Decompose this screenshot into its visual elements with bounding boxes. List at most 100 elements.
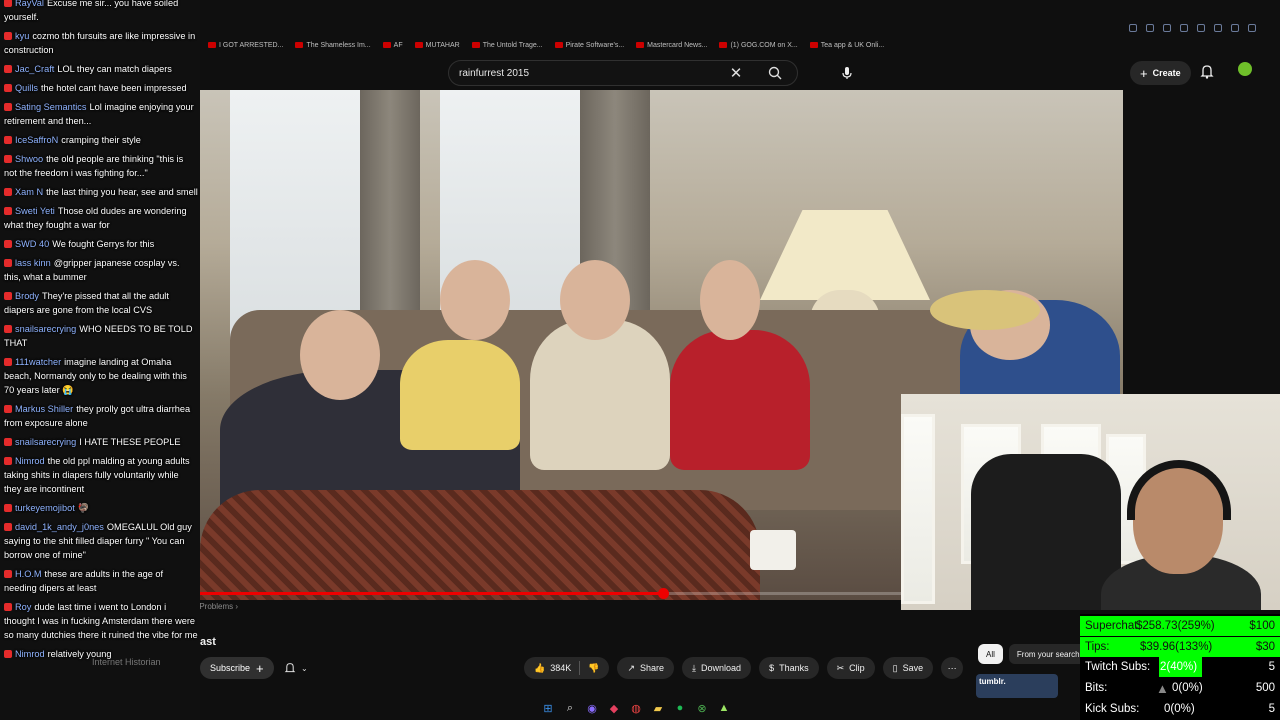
spotify-icon[interactable]: ●: [672, 700, 688, 716]
filter-chips: All From your search: [978, 644, 1088, 664]
chat-username[interactable]: Brody: [15, 291, 39, 301]
chat-username[interactable]: 111watcher: [15, 357, 61, 367]
download-icon: ⤓: [692, 662, 697, 673]
chat-username[interactable]: Roy: [15, 602, 31, 612]
video-person: [670, 330, 810, 470]
extension-icon[interactable]: [1146, 24, 1154, 32]
chat-username[interactable]: RayVal: [15, 0, 44, 8]
bookmark-item[interactable]: Tea app & UK Onli...: [809, 42, 884, 49]
bookmark-item[interactable]: Mastercard News...: [636, 42, 707, 49]
zoom-icon[interactable]: [1129, 24, 1137, 32]
search-icon[interactable]: ⌕: [562, 700, 578, 716]
clear-search-button[interactable]: ✕: [727, 65, 745, 83]
related-video-thumbnail[interactable]: tumblr.: [976, 674, 1058, 698]
chip-from-your-search[interactable]: From your search: [1008, 644, 1088, 664]
bits-label: Bits:: [1085, 682, 1108, 694]
chip-all[interactable]: All: [978, 644, 1003, 664]
chat-text: dude last time i went to London i though…: [4, 602, 198, 640]
chat-username[interactable]: Nimrod: [15, 649, 45, 659]
kick-subs-row: Kick Subs: 0(0%) 5: [1080, 699, 1280, 719]
youtube-badge-icon: [4, 325, 12, 333]
gaming-chair: [971, 454, 1121, 610]
superchat-row: Superchat: $258.73(259%) $100: [1080, 616, 1280, 636]
video-person-head: [700, 260, 760, 340]
like-button[interactable]: 👍 384K 👎: [524, 657, 610, 679]
share-page-icon[interactable]: [1163, 24, 1171, 32]
app-icon[interactable]: ◆: [606, 700, 622, 716]
search-button[interactable]: [753, 61, 797, 85]
chat-username[interactable]: SWD 40: [15, 239, 49, 249]
chat-username[interactable]: david_1k_andy_j0nes: [15, 522, 104, 532]
bookmark-item[interactable]: The Shameless Im...: [295, 42, 371, 49]
thanks-button[interactable]: $ Thanks: [759, 657, 819, 679]
shield-icon[interactable]: [1180, 24, 1188, 32]
bits-row: Bits: ▲ 0(0%) 500: [1080, 678, 1280, 698]
youtube-badge-icon: [4, 240, 12, 248]
bookmark-favicon-icon: [636, 42, 645, 48]
chat-username[interactable]: lass kinn: [15, 258, 51, 268]
youtube-badge-icon: [4, 84, 12, 92]
create-button[interactable]: + Create: [1130, 61, 1191, 85]
download-icon[interactable]: [1231, 24, 1239, 32]
chat-username[interactable]: kyu: [15, 31, 29, 41]
game-icon[interactable]: ▲: [716, 700, 732, 716]
menu-icon[interactable]: [1248, 24, 1256, 32]
bookmark-item[interactable]: (1) GOG.COM on X...: [719, 42, 798, 49]
youtube-badge-icon: [4, 457, 12, 465]
chat-username[interactable]: snailsarecrying: [15, 324, 76, 334]
bookmark-item[interactable]: I GOT ARRESTED...: [208, 42, 283, 49]
bookmark-item[interactable]: AF: [382, 42, 403, 49]
bookmark-item[interactable]: MUTAHAR: [414, 42, 460, 49]
chat-text: LOL they can match diapers: [57, 64, 172, 74]
chat-username[interactable]: snailsarecrying: [15, 437, 76, 447]
bookmark-item[interactable]: The Untold Trage...: [471, 42, 543, 49]
thumbs-down-icon[interactable]: 👎: [588, 663, 599, 674]
chat-username[interactable]: Quills: [15, 83, 38, 93]
windows-start-icon[interactable]: ⊞: [540, 700, 556, 716]
share-button[interactable]: ↗ Share: [617, 657, 675, 679]
browser-icon[interactable]: ◉: [584, 700, 600, 716]
download-button[interactable]: ⤓ Download: [682, 657, 752, 679]
chat-text: I HATE THESE PEOPLE: [79, 437, 181, 447]
chat-username[interactable]: Sating Semantics: [15, 102, 87, 112]
chat-message: kyu cozmo tbh fursuits are like impressiv…: [4, 29, 198, 57]
folder-icon[interactable]: ▰: [650, 700, 666, 716]
chat-username[interactable]: Sweti Yeti: [15, 206, 55, 216]
bookmark-item[interactable]: Pirate Software's...: [554, 42, 624, 49]
account-avatar[interactable]: [1238, 62, 1252, 76]
notifications-button[interactable]: [1200, 64, 1216, 80]
more-actions-button[interactable]: ⋯: [941, 657, 964, 679]
youtube-header: ✕ + Create: [200, 56, 1280, 90]
video-carpet: [200, 490, 760, 600]
chat-message: Sating Semantics Lol imagine enjoying you…: [4, 100, 198, 128]
chat-username[interactable]: Shwoo: [15, 154, 43, 164]
chat-text: relatively young: [47, 649, 112, 659]
chat-username[interactable]: Nimrod: [15, 456, 45, 466]
bookmark-label: Mastercard News...: [647, 41, 708, 49]
chat-username[interactable]: Jac_Craft: [15, 64, 54, 74]
save-button[interactable]: ▯ Save: [882, 657, 934, 679]
voice-search-button[interactable]: [834, 60, 860, 86]
chat-username[interactable]: Markus Shiller: [15, 404, 73, 414]
bell-icon: [1200, 65, 1214, 79]
chat-username[interactable]: IceSaffroN: [15, 135, 58, 145]
chat-username[interactable]: turkeyemojibot: [15, 503, 75, 513]
youtube-badge-icon: [4, 188, 12, 196]
chat-username[interactable]: H.O.M: [15, 569, 42, 579]
heart-icon[interactable]: [1214, 24, 1222, 32]
related-panel: [1123, 90, 1280, 395]
chat-message: H.O.M these are adults in the age of need…: [4, 567, 198, 595]
kick-subs-goal: 5: [1268, 703, 1275, 715]
play-icon[interactable]: [1197, 24, 1205, 32]
bookmark-favicon-icon: [554, 42, 563, 48]
notification-settings-button[interactable]: ⌄: [284, 658, 322, 678]
chat-username[interactable]: Xam N: [15, 187, 43, 197]
chrome-icon[interactable]: ◍: [628, 700, 644, 716]
thumbs-up-icon: 👍: [534, 662, 546, 673]
subscribe-button[interactable]: Subscribe +: [200, 657, 274, 679]
clip-button[interactable]: ✂ Clip: [826, 657, 875, 679]
tips-value: $39.96(133%): [1140, 641, 1213, 653]
twitch-subs-goal: 5: [1268, 661, 1275, 673]
search-input[interactable]: [459, 67, 749, 79]
xbox-icon[interactable]: ⊗: [694, 700, 710, 716]
